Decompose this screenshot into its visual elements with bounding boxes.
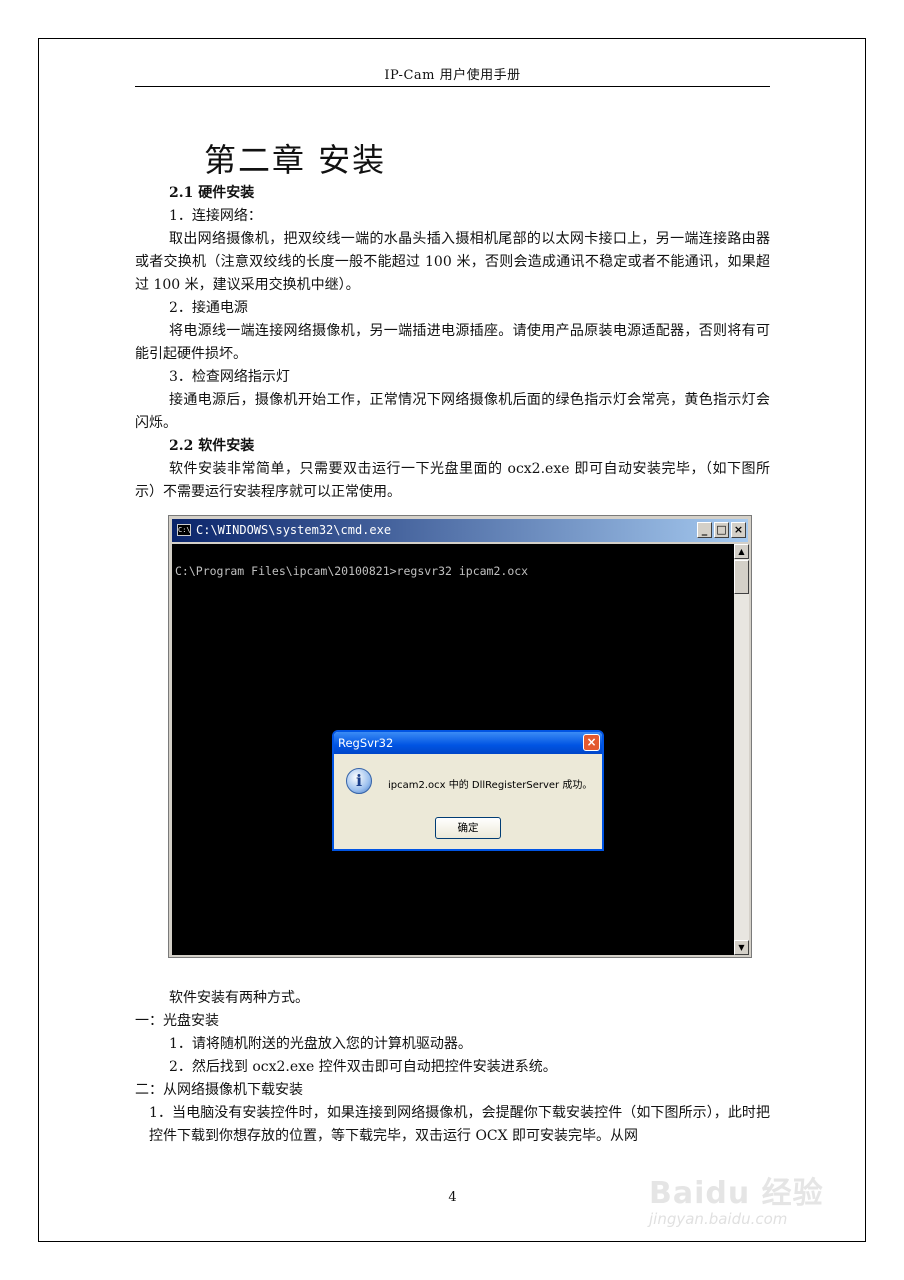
cmd-titlebar: C:\ C:\WINDOWS\system32\cmd.exe _ □ × — [172, 519, 748, 542]
minimize-button[interactable]: _ — [697, 522, 712, 538]
method-title: 一：光盘安装 — [135, 1013, 219, 1029]
step-title: 1．连接网络： — [169, 208, 262, 224]
scroll-thumb[interactable] — [734, 560, 749, 594]
vertical-scrollbar[interactable]: ▲ ▼ — [734, 544, 749, 955]
console-area[interactable]: C:\Program Files\ipcam\20100821>regsvr32… — [172, 544, 734, 955]
dialog-close-button[interactable]: × — [583, 734, 600, 751]
watermark-brand: Baidu 经验 — [649, 1176, 824, 1211]
paragraph: 软件安装非常简单，只需要双击运行一下光盘里面的 ocx2.exe 即可自动安装完… — [135, 461, 770, 500]
scroll-down-icon[interactable]: ▼ — [734, 940, 749, 955]
dialog-message: ipcam2.ocx 中的 DllRegisterServer 成功。 — [388, 780, 593, 791]
watermark-url: jingyan.baidu.com — [649, 1210, 788, 1228]
ok-button[interactable]: 确定 — [435, 817, 501, 839]
paragraph: 将电源线一端连接网络摄像机，另一端插进电源插座。请使用产品原装电源适配器，否则将… — [135, 323, 770, 362]
section-hardware: 2.1 硬件安装 1．连接网络： 取出网络摄像机，把双绞线一端的水晶头插入摄相机… — [135, 182, 770, 504]
maximize-button[interactable]: □ — [714, 522, 729, 538]
baidu-watermark: Baidu 经验 jingyan.baidu.com — [643, 1148, 853, 1236]
method-title: 二：从网络摄像机下载安装 — [135, 1082, 303, 1098]
scroll-up-icon[interactable]: ▲ — [734, 544, 749, 559]
list-item: 1．当电脑没有安装控件时，如果连接到网络摄像机，会提醒你下载安装控件（如下图所示… — [149, 1105, 770, 1144]
info-icon: i — [346, 768, 372, 794]
paragraph: 取出网络摄像机，把双绞线一端的水晶头插入摄相机尾部的以太网卡接口上，另一端连接路… — [135, 231, 770, 293]
dialog-titlebar: RegSvr32 × — [334, 732, 602, 754]
section-install-methods: 软件安装有两种方式。 一：光盘安装 1．请将随机附送的光盘放入您的计算机驱动器。… — [135, 987, 770, 1148]
running-header: IP-Cam 用户使用手册 — [384, 68, 521, 83]
chapter-title: 第二章 安装 — [204, 141, 387, 179]
header-rule — [135, 86, 770, 87]
step-title: 2．接通电源 — [169, 300, 248, 316]
console-icon: C:\ — [177, 524, 191, 536]
dialog-title: RegSvr32 — [338, 736, 394, 750]
step-title: 3．检查网络指示灯 — [169, 369, 290, 385]
list-item: 1．请将随机附送的光盘放入您的计算机驱动器。 — [169, 1036, 472, 1052]
cmd-window-title: C:\WINDOWS\system32\cmd.exe — [196, 523, 392, 537]
regsvr32-dialog: RegSvr32 × i ipcam2.ocx 中的 DllRegisterSe… — [332, 730, 604, 851]
paragraph: 接通电源后，摄像机开始工作，正常情况下网络摄像机后面的绿色指示灯会常亮，黄色指示… — [135, 392, 770, 431]
list-item: 2．然后找到 ocx2.exe 控件双击即可自动把控件安装进系统。 — [169, 1059, 557, 1075]
close-button[interactable]: × — [731, 522, 746, 538]
console-command: C:\Program Files\ipcam\20100821>regsvr32… — [175, 564, 529, 578]
cmd-window-screenshot: C:\ C:\WINDOWS\system32\cmd.exe _ □ × C:… — [168, 515, 752, 958]
paragraph: 软件安装有两种方式。 — [169, 990, 309, 1006]
section-heading-hardware: 2.1 硬件安装 — [169, 185, 255, 201]
section-heading-software: 2.2 软件安装 — [169, 438, 255, 454]
